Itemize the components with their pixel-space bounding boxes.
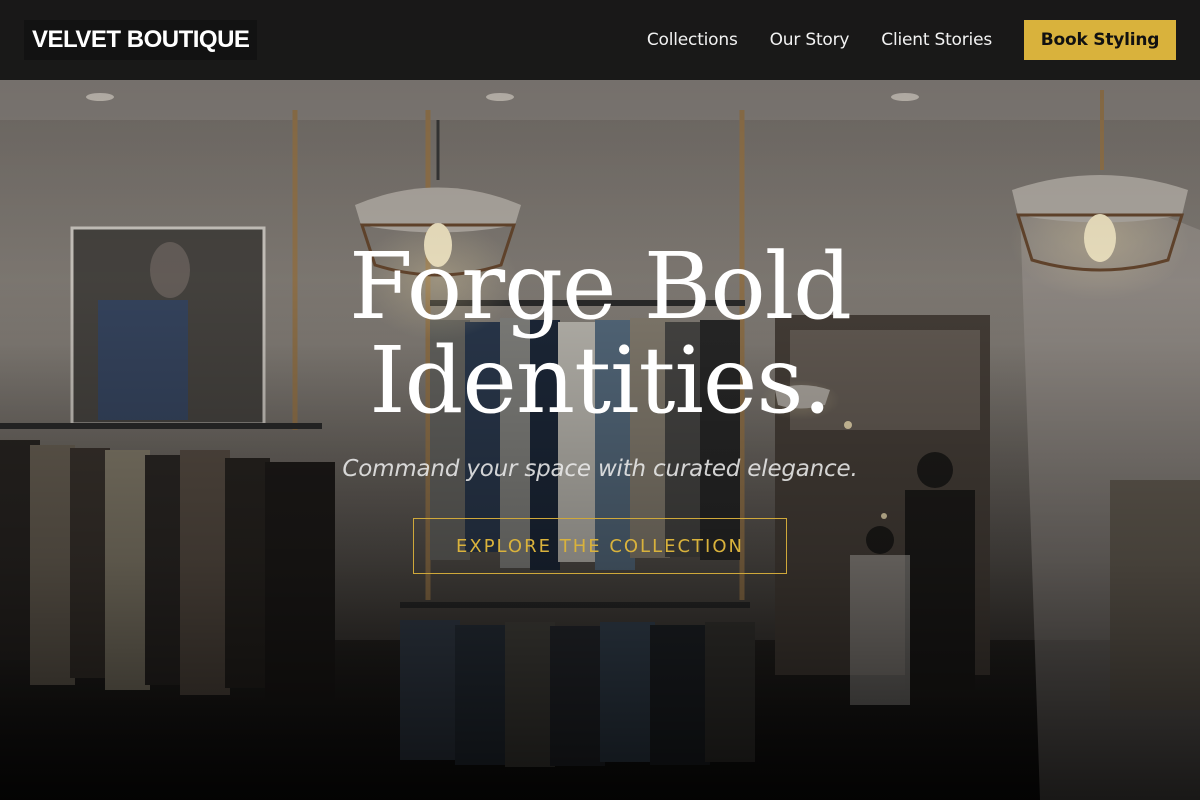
nav-link-collections[interactable]: Collections bbox=[647, 30, 738, 50]
hero-section: Forge Bold Identities. Command your spac… bbox=[0, 240, 1200, 574]
explore-collection-button[interactable]: EXPLORE THE COLLECTION bbox=[413, 518, 787, 574]
nav-link-client-stories[interactable]: Client Stories bbox=[881, 30, 992, 50]
hero-title-line-2: Identities. bbox=[369, 327, 832, 434]
book-styling-button[interactable]: Book Styling bbox=[1024, 20, 1176, 60]
brand-logo[interactable]: VELVET BOUTIQUE bbox=[24, 20, 258, 60]
hero-subtitle: Command your space with curated elegance… bbox=[342, 456, 858, 482]
top-navbar: VELVET BOUTIQUE Collections Our Story Cl… bbox=[0, 0, 1200, 80]
hero-title: Forge Bold Identities. bbox=[0, 240, 1200, 428]
primary-nav: Collections Our Story Client Stories bbox=[647, 30, 992, 50]
nav-link-our-story[interactable]: Our Story bbox=[770, 30, 850, 50]
hero-title-line-1: Forge Bold bbox=[348, 233, 852, 340]
